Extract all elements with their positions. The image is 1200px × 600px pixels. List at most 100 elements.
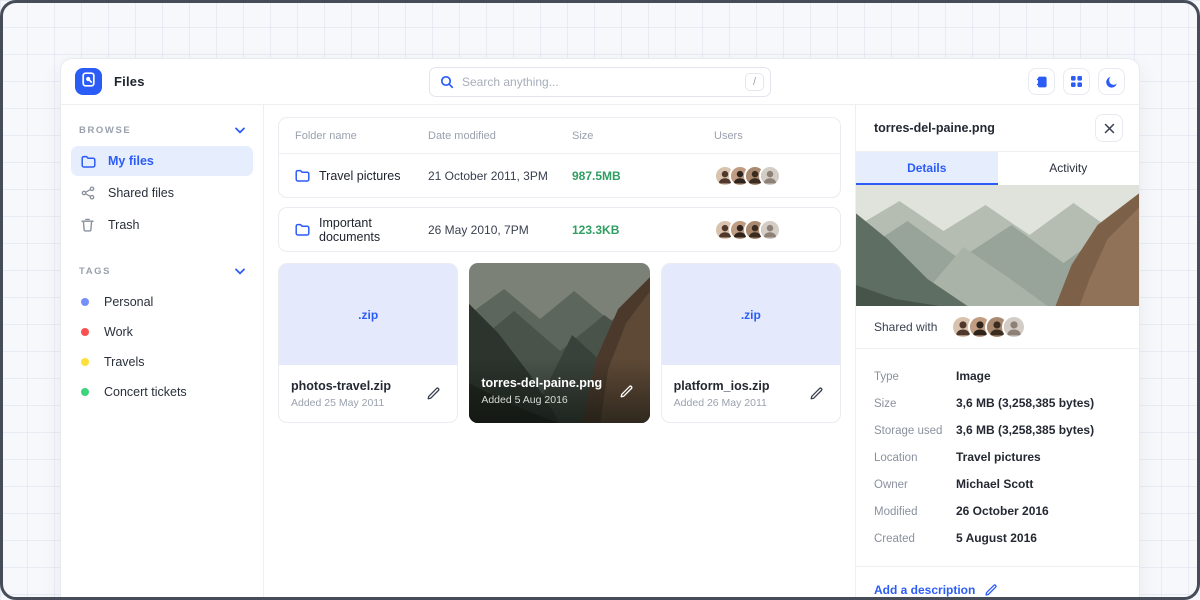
sidebar-item-my-files[interactable]: My files — [71, 146, 253, 176]
file-added-date: Added 5 Aug 2016 — [481, 394, 602, 406]
add-description-label: Add a description — [874, 583, 975, 597]
folder-name: Travel pictures — [319, 169, 401, 183]
file-card-platform-ios[interactable]: .zip platform_ios.zip Added 26 May 2011 — [661, 263, 841, 423]
user-avatar — [759, 165, 781, 187]
tag-travels[interactable]: Travels — [71, 347, 253, 377]
search-shortcut-key: / — [745, 73, 764, 91]
trash-icon — [81, 218, 96, 232]
tag-label: Work — [104, 325, 133, 339]
zip-badge: .zip — [741, 308, 761, 322]
tag-color-dot — [81, 388, 89, 396]
pencil-icon — [426, 386, 441, 401]
date-modified: 21 October 2011, 3PM — [428, 169, 572, 183]
folders-table: Folder name Date modified Size Users Tra… — [278, 117, 841, 198]
users-avatars — [714, 165, 824, 187]
rename-button[interactable] — [615, 380, 638, 403]
add-description-button[interactable]: Add a description — [856, 567, 1139, 600]
user-avatar — [1002, 315, 1026, 339]
sidebar-item-label: Shared files — [108, 186, 174, 200]
tag-concert-tickets[interactable]: Concert tickets — [71, 377, 253, 407]
grid-view-icon — [1070, 75, 1083, 88]
moon-icon — [1105, 75, 1119, 89]
folder-size: 123.3KB — [572, 223, 714, 237]
tag-color-dot — [81, 358, 89, 366]
detail-row-owner: Owner Michael Scott — [874, 470, 1121, 497]
column-header: Folder name — [295, 130, 428, 142]
close-panel-button[interactable] — [1095, 114, 1123, 142]
search-icon — [440, 75, 454, 89]
tag-label: Travels — [104, 355, 145, 369]
detail-row-type: Type Image — [874, 362, 1121, 389]
user-avatar — [759, 219, 781, 241]
table-header-row: Folder name Date modified Size Users — [279, 118, 840, 154]
file-name: platform_ios.zip — [674, 379, 770, 393]
app-title: Files — [114, 74, 145, 89]
main-content: Folder name Date modified Size Users Tra… — [264, 105, 855, 600]
tag-personal[interactable]: Personal — [71, 287, 253, 317]
share-icon — [81, 186, 96, 200]
shared-with-row: Shared with — [856, 306, 1139, 349]
grid-view-button[interactable] — [1063, 68, 1090, 95]
topbar: Files / — [61, 59, 1139, 105]
search-input[interactable] — [462, 75, 745, 89]
file-card-torres-del-paine[interactable]: torres-del-paine.png Added 5 Aug 2016 — [469, 263, 649, 423]
chevron-down-icon[interactable] — [235, 268, 245, 275]
panel-tabs: Details Activity — [856, 151, 1139, 185]
column-header: Size — [572, 130, 714, 142]
table-row[interactable]: Important documents 26 May 2010, 7PM 123… — [279, 208, 840, 251]
sidebar-item-trash[interactable]: Trash — [71, 210, 253, 240]
image-preview — [856, 185, 1139, 306]
zip-badge: .zip — [358, 308, 378, 322]
tab-activity[interactable]: Activity — [998, 152, 1140, 185]
files-app-window: Files / — [60, 58, 1140, 600]
sidebar-item-label: Trash — [108, 218, 140, 232]
folder-icon — [295, 223, 310, 236]
close-icon — [1104, 123, 1115, 134]
file-search-icon — [80, 71, 97, 93]
chevron-down-icon[interactable] — [235, 127, 245, 134]
tag-label: Personal — [104, 295, 153, 309]
file-added-date: Added 25 May 2011 — [291, 397, 391, 409]
folder-size: 987.5MB — [572, 169, 714, 183]
detail-row-size: Size 3,6 MB (3,258,385 bytes) — [874, 389, 1121, 416]
tag-label: Concert tickets — [104, 385, 187, 399]
dark-mode-toggle[interactable] — [1098, 68, 1125, 95]
tag-color-dot — [81, 328, 89, 336]
tags-section-label: TAGS — [79, 266, 111, 277]
shared-with-label: Shared with — [874, 320, 937, 334]
app-logo[interactable] — [75, 68, 102, 95]
file-name: torres-del-paine.png — [481, 376, 602, 390]
folder-icon — [295, 169, 310, 182]
pencil-icon — [619, 384, 634, 399]
file-card-photos-travel[interactable]: .zip photos-travel.zip Added 25 May 2011 — [278, 263, 458, 423]
folders-table: Important documents 26 May 2010, 7PM 123… — [278, 207, 841, 252]
mountain-photo-preview — [856, 185, 1139, 306]
rename-button[interactable] — [805, 382, 828, 405]
zip-preview: .zip — [279, 264, 457, 365]
column-header: Date modified — [428, 130, 572, 142]
folder-name: Important documents — [319, 216, 428, 244]
tab-details[interactable]: Details — [856, 152, 998, 185]
column-header: Users — [714, 130, 824, 142]
pencil-icon — [809, 386, 824, 401]
search-bar[interactable]: / — [429, 67, 771, 97]
sidebar-item-label: My files — [108, 154, 154, 168]
pencil-icon — [984, 583, 998, 597]
sidebar-item-shared-files[interactable]: Shared files — [71, 178, 253, 208]
detail-row-storage-used: Storage used 3,6 MB (3,258,385 bytes) — [874, 416, 1121, 443]
file-added-date: Added 26 May 2011 — [674, 397, 770, 409]
tag-work[interactable]: Work — [71, 317, 253, 347]
topbar-actions — [1028, 68, 1125, 95]
shared-with-avatars — [951, 315, 1026, 339]
folder-icon — [81, 155, 96, 168]
detail-row-location: Location Travel pictures — [874, 443, 1121, 470]
users-avatars — [714, 219, 824, 241]
sidebar: BROWSE My files — [61, 105, 264, 600]
table-row[interactable]: Travel pictures 21 October 2011, 3PM 987… — [279, 154, 840, 197]
rename-button[interactable] — [422, 382, 445, 405]
detail-row-modified: Modified 26 October 2016 — [874, 497, 1121, 524]
date-modified: 26 May 2010, 7PM — [428, 223, 572, 237]
browse-section-label: BROWSE — [79, 125, 131, 136]
file-details-list: Type Image Size 3,6 MB (3,258,385 bytes)… — [856, 349, 1139, 567]
notebook-button[interactable] — [1028, 68, 1055, 95]
